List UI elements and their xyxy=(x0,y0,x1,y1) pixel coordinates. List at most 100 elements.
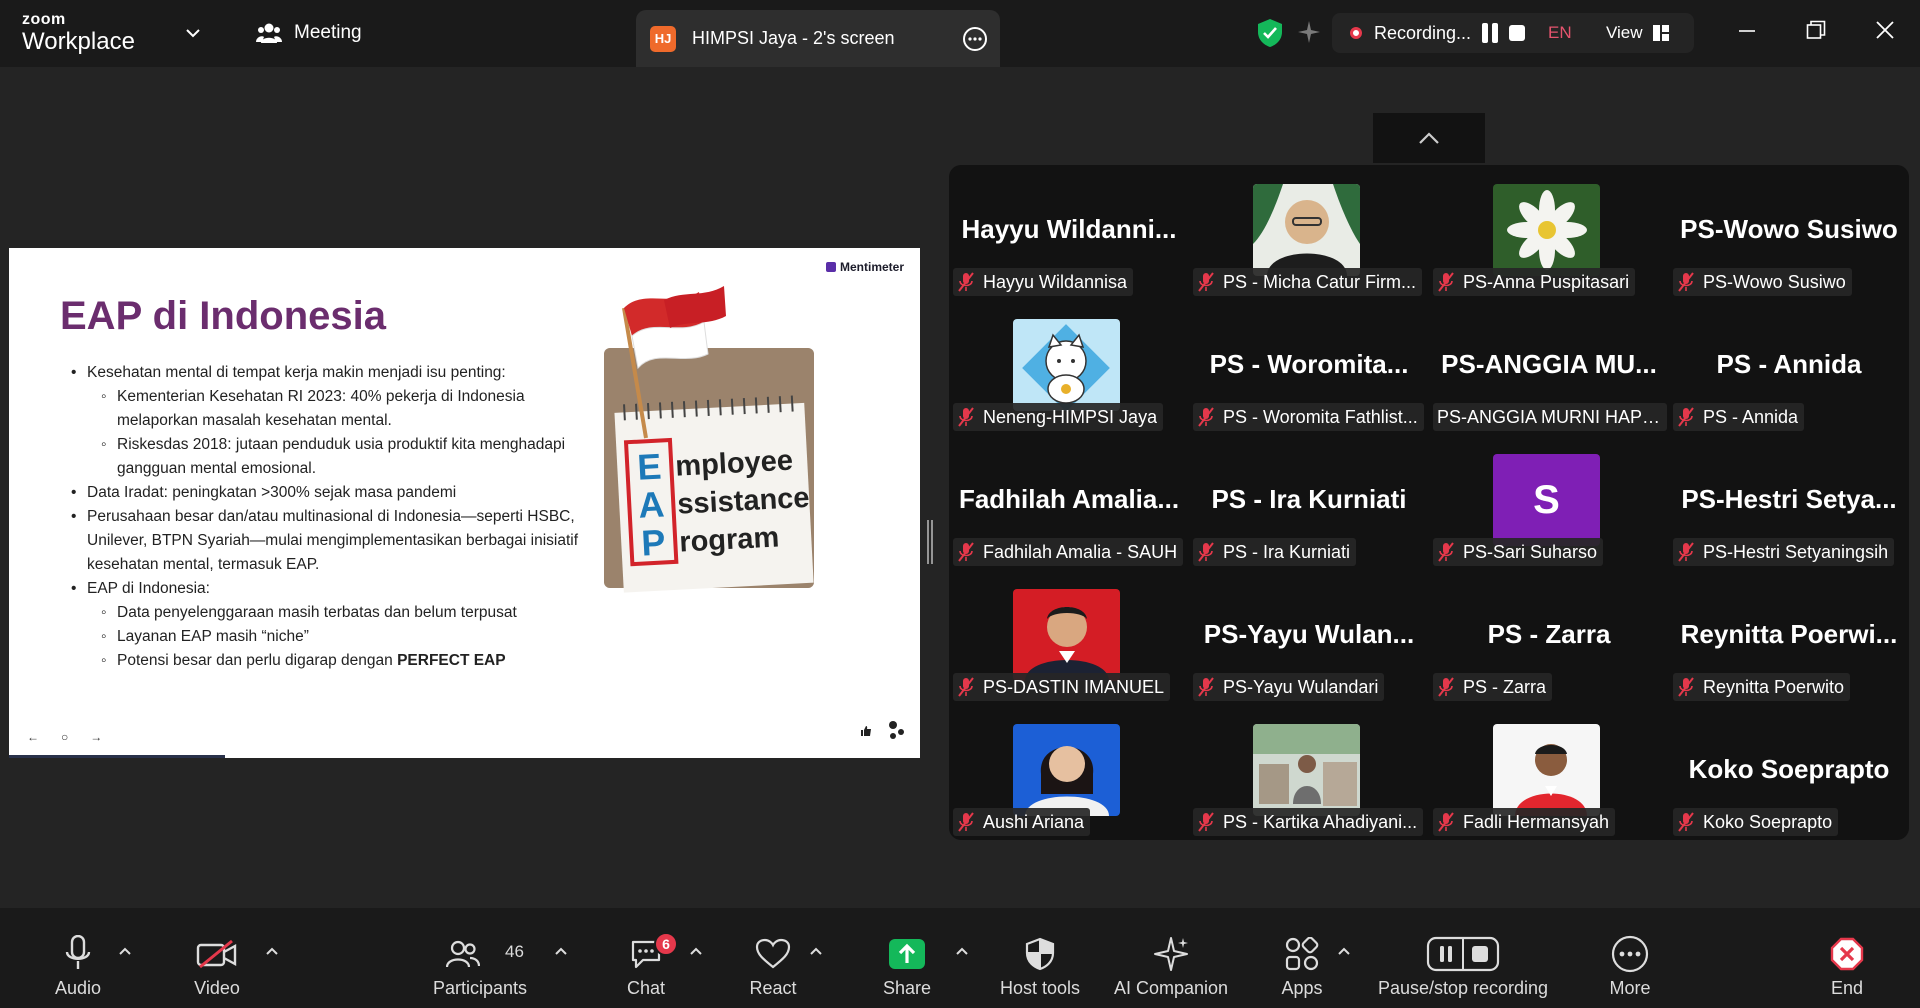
participant-tile[interactable]: Neneng-HIMPSI Jaya xyxy=(951,305,1187,433)
chat-options-caret-icon[interactable] xyxy=(689,946,703,956)
participant-display-name: PS-Wowo Susiwo xyxy=(1680,214,1898,244)
share-button[interactable]: Share xyxy=(867,908,947,1008)
host-tools-button[interactable]: Host tools xyxy=(990,908,1090,1008)
audience-icon[interactable] xyxy=(886,720,906,742)
shared-slide[interactable]: Mentimeter EAP di Indonesia Kesehatan me… xyxy=(9,248,920,758)
stop-recording-icon[interactable] xyxy=(1507,23,1527,43)
end-label: End xyxy=(1830,978,1864,998)
slide-bullet-list: Kesehatan mental di tempat kerja makin m… xyxy=(71,361,583,673)
host-shield-icon xyxy=(1025,937,1055,971)
react-options-caret-icon[interactable] xyxy=(809,946,823,956)
participant-tile[interactable]: PS-DASTIN IMANUEL xyxy=(951,575,1187,703)
view-button[interactable]: View xyxy=(1606,23,1669,43)
minimize-icon[interactable] xyxy=(1738,22,1756,40)
participant-tile[interactable]: PS - Annida PS - Annida xyxy=(1671,305,1907,433)
participant-tile[interactable]: PS - Micha Catur Firm... xyxy=(1191,170,1427,298)
video-button[interactable]: Video xyxy=(177,908,257,1008)
participant-tile[interactable]: Hayyu Wildanni... Hayyu Wildannisa xyxy=(951,170,1187,298)
collapse-gallery-button[interactable] xyxy=(1373,113,1485,163)
mentimeter-logo-icon xyxy=(825,262,836,272)
audio-options-caret-icon[interactable] xyxy=(118,946,132,956)
chat-unread-badge: 6 xyxy=(654,932,678,956)
participant-name: Fadli Hermansyah xyxy=(1463,811,1610,832)
participant-tile[interactable]: PS - Woromita... PS - Woromita Fathlist..… xyxy=(1191,305,1427,433)
video-options-caret-icon[interactable] xyxy=(265,946,279,956)
apps-options-caret-icon[interactable] xyxy=(1337,946,1351,956)
title-bar: zoom Workplace Meeting HJ HIMPSI Jaya - … xyxy=(0,0,1920,67)
avatar xyxy=(1493,184,1600,276)
muted-mic-icon xyxy=(1198,677,1214,697)
participant-tile[interactable]: Aushi Ariana xyxy=(951,710,1187,838)
participant-name-label: PS-Anna Puspitasari xyxy=(1433,268,1636,296)
bullet-item: Data Iradat: peningkatan >300% sejak mas… xyxy=(71,481,583,505)
eap-word-1: mployee xyxy=(675,445,794,483)
pause-stop-recording-button[interactable]: Pause/stop recording xyxy=(1370,908,1556,1008)
participant-tile[interactable]: S PS-Sari Suharso xyxy=(1431,440,1667,568)
participant-name: PS-ANGGIA MURNI HAPS... xyxy=(1437,406,1661,427)
more-button[interactable]: More xyxy=(1590,908,1670,1008)
apps-button[interactable]: Apps xyxy=(1262,908,1342,1008)
ai-sparkle-icon[interactable] xyxy=(1296,19,1322,45)
mentimeter-label: Mentimeter xyxy=(839,260,904,274)
participant-tile[interactable]: PS-Hestri Setya... PS-Hestri Setyaningsih xyxy=(1671,440,1907,568)
language-indicator[interactable]: EN xyxy=(1548,23,1572,43)
sub-bullet-item: Kementerian Kesehatan RI 2023: 40% peker… xyxy=(71,385,583,433)
participant-name-label: PS - Kartika Ahadiyani... xyxy=(1193,808,1424,836)
participant-name-label: Koko Soeprapto xyxy=(1673,808,1839,836)
slide-prev-button[interactable]: ← xyxy=(27,730,39,744)
participant-tile[interactable]: PS - Zarra PS - Zarra xyxy=(1431,575,1667,703)
resize-handle-icon[interactable] xyxy=(926,520,934,564)
audio-button[interactable]: Audio xyxy=(38,908,118,1008)
pause-stop-icon xyxy=(1426,936,1500,972)
slide-next-button[interactable]: → xyxy=(90,730,102,744)
participant-name-label: Aushi Ariana xyxy=(953,808,1091,836)
muted-mic-icon xyxy=(958,407,974,427)
react-button[interactable]: React xyxy=(733,908,813,1008)
participant-name-label: Reynitta Poerwito xyxy=(1673,673,1851,701)
participant-tile[interactable]: Fadhilah Amalia... Fadhilah Amalia - SAUH xyxy=(951,440,1187,568)
share-options-caret-icon[interactable] xyxy=(955,946,969,956)
tab-meeting[interactable]: Meeting xyxy=(256,22,362,44)
pause-stop-label: Pause/stop recording xyxy=(1377,978,1549,998)
participant-name: PS - Zarra xyxy=(1463,676,1547,697)
muted-mic-icon xyxy=(1438,812,1454,832)
participant-display-name: PS - Ira Kurniati xyxy=(1211,484,1407,514)
mentimeter-brand: Mentimeter xyxy=(825,260,904,274)
thumbs-up-icon[interactable] xyxy=(860,725,872,737)
participant-tile[interactable]: PS-Anna Puspitasari xyxy=(1431,170,1667,298)
chat-button[interactable]: Chat xyxy=(606,908,686,1008)
eap-letter-e: E xyxy=(636,446,662,488)
participant-name-label: PS-Wowo Susiwo xyxy=(1673,268,1852,296)
participant-name: Koko Soeprapto xyxy=(1703,811,1833,832)
participant-tile[interactable]: PS - Kartika Ahadiyani... xyxy=(1191,710,1427,838)
participant-tile[interactable]: PS-ANGGIA MU... PS-ANGGIA MURNI HAPS... xyxy=(1431,305,1667,433)
restore-icon[interactable] xyxy=(1806,20,1826,40)
participant-tile[interactable]: PS-Yayu Wulan... PS-Yayu Wulandari xyxy=(1191,575,1427,703)
tab-shared-screen[interactable]: HJ HIMPSI Jaya - 2's screen xyxy=(636,10,1000,67)
end-meeting-button[interactable]: End xyxy=(1807,908,1887,1008)
participant-display-name: Fadhilah Amalia... xyxy=(958,484,1180,514)
meeting-toolbar: Audio Video Participants Chat React Shar… xyxy=(0,908,1920,1008)
muted-mic-icon xyxy=(1678,272,1694,292)
chevron-up-icon xyxy=(1419,132,1439,144)
more-options-icon[interactable] xyxy=(962,26,988,52)
participant-tile[interactable]: PS - Ira Kurniati PS - Ira Kurniati xyxy=(1191,440,1427,568)
pause-recording-icon[interactable] xyxy=(1480,23,1502,43)
ai-companion-button[interactable]: AI Companion xyxy=(1108,908,1234,1008)
participant-tile[interactable]: Koko Soeprapto Koko Soeprapto xyxy=(1671,710,1907,838)
status-area: Recording... EN View xyxy=(1250,13,1694,53)
participant-display-name: PS - Zarra xyxy=(1487,619,1611,649)
recording-status: Recording... xyxy=(1374,23,1472,43)
bullet-item: Kesehatan mental di tempat kerja makin m… xyxy=(71,361,583,385)
participants-options-caret-icon[interactable] xyxy=(554,946,568,956)
microphone-icon xyxy=(65,935,91,969)
participant-tile[interactable]: Fadli Hermansyah xyxy=(1431,710,1667,838)
participant-tile[interactable]: Reynitta Poerwi... Reynitta Poerwito xyxy=(1671,575,1907,703)
close-icon[interactable] xyxy=(1875,20,1895,40)
avatar xyxy=(1253,724,1360,816)
slide-home-button[interactable]: ○ xyxy=(61,730,68,744)
muted-mic-icon xyxy=(1678,677,1694,697)
chevron-down-icon[interactable] xyxy=(184,24,202,42)
encryption-shield-icon[interactable] xyxy=(1256,18,1284,48)
participant-tile[interactable]: PS-Wowo Susiwo PS-Wowo Susiwo xyxy=(1671,170,1907,298)
